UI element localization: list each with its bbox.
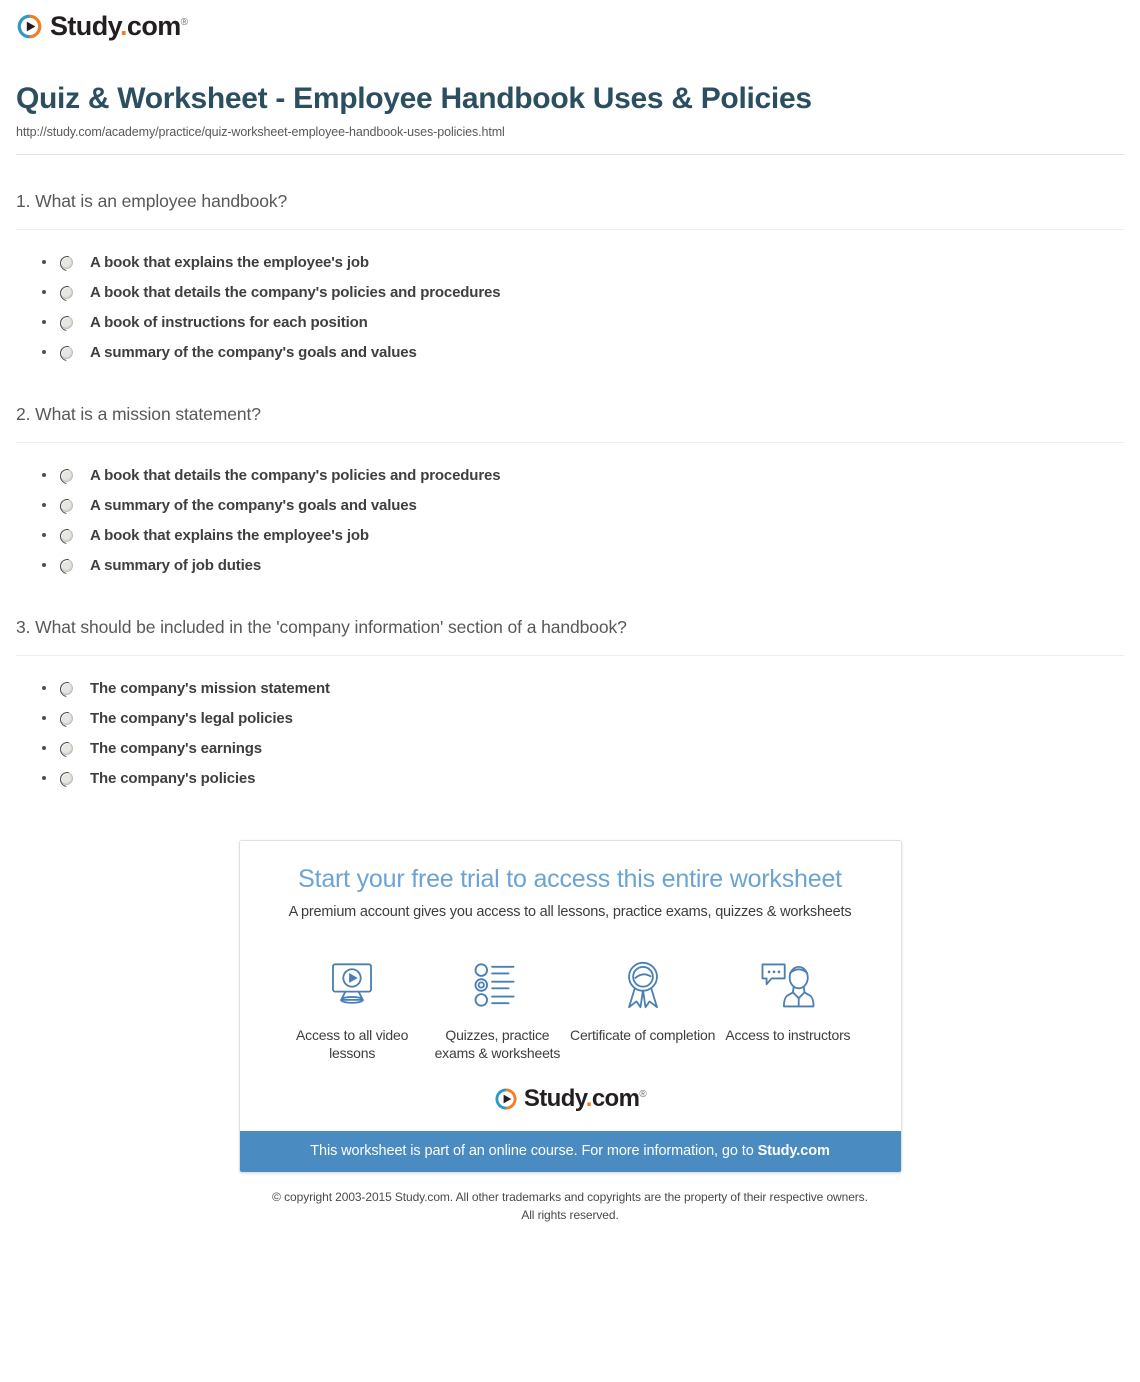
option-label: A book that details the company's polici… (90, 466, 501, 484)
option-row[interactable]: A summary of job duties (42, 551, 1124, 581)
feature-certificate: Certificate of completion (570, 956, 715, 1064)
option-row[interactable]: The company's mission statement (42, 674, 1124, 704)
question-text-1: 1. What is an employee handbook? (16, 190, 288, 211)
radio-button[interactable] (60, 681, 73, 695)
free-trial-card: Start your free trial to access this ent… (238, 839, 902, 1174)
question-block-2: 2. What is a mission statement? A book t… (16, 404, 1124, 581)
copyright-notice: © copyright 2003-2015 Study.com. All oth… (16, 1189, 1124, 1224)
logo-word-com: com (126, 11, 181, 41)
logo-word-study: Study (50, 11, 121, 41)
option-label: The company's earnings (90, 739, 262, 757)
logo-trademark: ® (639, 1089, 647, 1101)
copyright-line-1: © copyright 2003-2015 Study.com. All oth… (272, 1190, 868, 1205)
bullet-icon (42, 716, 60, 720)
option-row[interactable]: The company's policies (42, 764, 1124, 794)
option-row[interactable]: A summary of the company's goals and val… (42, 338, 1124, 368)
promo-section: Start your free trial to access this ent… (16, 839, 1124, 1174)
promo-banner-text: This worksheet is part of an online cour… (310, 1143, 758, 1160)
source-url: http://study.com/academy/practice/quiz-w… (16, 124, 505, 139)
study-logo-text: Study.com® (50, 11, 188, 41)
bullet-icon (42, 320, 60, 324)
bullet-icon (42, 290, 60, 294)
award-ribbon-icon (570, 956, 715, 1014)
bullet-icon (42, 563, 60, 567)
bullet-icon (42, 350, 60, 354)
logo-word-com: com (591, 1085, 640, 1113)
option-label: A book that explains the employee's job (90, 253, 369, 271)
monitor-play-icon (280, 956, 425, 1014)
option-label: A book that details the company's polici… (90, 283, 501, 301)
bullet-icon (42, 746, 60, 750)
copyright-line-2: All rights reserved. (521, 1207, 619, 1222)
option-row[interactable]: A summary of the company's goals and val… (42, 491, 1124, 521)
promo-study-logo[interactable]: Study.com® (240, 1071, 901, 1131)
feature-list: Access to all video lessons Quizzes, pra… (240, 930, 901, 1072)
logo-trademark: ® (180, 17, 188, 28)
option-row[interactable]: The company's earnings (42, 734, 1124, 764)
play-circle-icon (16, 13, 43, 40)
option-label: The company's legal policies (90, 709, 293, 727)
option-label: A summary of the company's goals and val… (90, 343, 417, 361)
options-list-2: A book that details the company's polici… (16, 443, 1124, 581)
radio-button[interactable] (60, 345, 73, 359)
feature-instructors: Access to instructors (715, 956, 860, 1064)
radio-button[interactable] (60, 255, 73, 269)
quiz-list-icon (425, 956, 570, 1014)
option-row[interactable]: The company's legal policies (42, 704, 1124, 734)
option-row[interactable]: A book that explains the employee's job (42, 521, 1124, 551)
option-label: The company's policies (90, 769, 256, 787)
promo-heading: Start your free trial to access this ent… (298, 864, 842, 893)
option-label: A book that explains the employee's job (90, 526, 369, 544)
feature-label: Access to all video lessons (296, 1026, 409, 1062)
radio-button[interactable] (60, 528, 73, 542)
radio-button[interactable] (60, 468, 73, 482)
logo-word-study: Study (523, 1085, 586, 1113)
question-text-2: 2. What is a mission statement? (16, 403, 261, 424)
instructor-chat-icon (715, 956, 860, 1014)
study-logo[interactable]: Study.com® (16, 11, 188, 41)
radio-button[interactable] (60, 711, 73, 725)
radio-button[interactable] (60, 498, 73, 512)
promo-subheading: A premium account gives you access to al… (288, 903, 852, 920)
radio-button[interactable] (60, 285, 73, 299)
page-title: Quiz & Worksheet - Employee Handbook Use… (16, 82, 812, 115)
option-row[interactable]: A book that details the company's polici… (42, 461, 1124, 491)
radio-button[interactable] (60, 771, 73, 785)
promo-logo-text: Study.com® (523, 1085, 647, 1113)
worksheet-body: Quiz & Worksheet - Employee Handbook Use… (0, 82, 1140, 1224)
play-circle-icon (494, 1087, 518, 1111)
title-divider (16, 153, 1124, 155)
radio-button[interactable] (60, 315, 73, 329)
bullet-icon (42, 503, 60, 507)
option-row[interactable]: A book that explains the employee's job (42, 248, 1124, 278)
options-list-3: The company's mission statement The comp… (16, 656, 1124, 794)
page-header: Study.com® (0, 0, 1140, 58)
feature-label: Quizzes, practice exams & worksheets (434, 1026, 561, 1062)
bullet-icon (42, 260, 60, 264)
option-row[interactable]: A book that details the company's polici… (42, 278, 1124, 308)
option-label: A summary of job duties (90, 556, 262, 574)
options-list-1: A book that explains the employee's job … (16, 230, 1124, 368)
option-label: A summary of the company's goals and val… (90, 496, 417, 514)
radio-button[interactable] (60, 741, 73, 755)
promo-banner[interactable]: This worksheet is part of an online cour… (239, 1131, 901, 1173)
bullet-icon (42, 776, 60, 780)
option-row[interactable]: A book of instructions for each position (42, 308, 1124, 338)
feature-quizzes: Quizzes, practice exams & worksheets (425, 956, 570, 1064)
question-block-1: 1. What is an employee handbook? A book … (16, 191, 1124, 368)
bullet-icon (42, 473, 60, 477)
feature-video-lessons: Access to all video lessons (280, 956, 425, 1064)
promo-banner-link[interactable]: Study.com (758, 1143, 830, 1159)
bullet-icon (42, 686, 60, 690)
feature-label: Access to instructors (725, 1026, 851, 1043)
bullet-icon (42, 533, 60, 537)
logo-dot: . (120, 11, 127, 41)
promo-header: Start your free trial to access this ent… (240, 841, 901, 930)
option-label: The company's mission statement (90, 679, 330, 697)
question-text-3: 3. What should be included in the 'compa… (16, 616, 627, 637)
option-label: A book of instructions for each position (90, 313, 368, 331)
radio-button[interactable] (60, 558, 73, 572)
feature-label: Certificate of completion (570, 1026, 716, 1043)
question-block-3: 3. What should be included in the 'compa… (16, 617, 1124, 794)
